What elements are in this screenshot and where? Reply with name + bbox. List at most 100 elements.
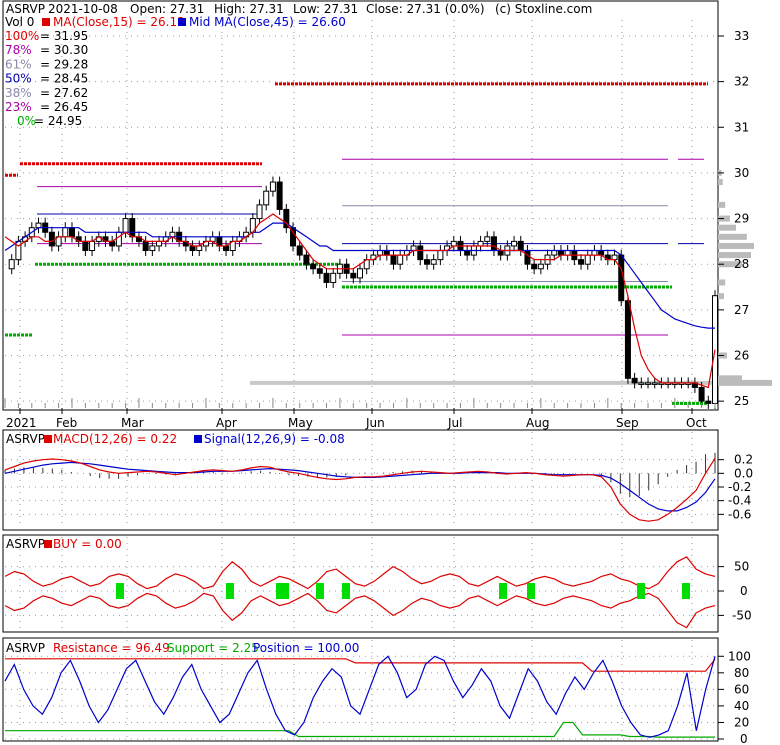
header-ticker: ASRVP [6, 2, 45, 16]
candle-body [417, 245, 424, 261]
candle-body [584, 254, 591, 265]
candle-body [497, 250, 504, 256]
volume-profile-bar [718, 233, 747, 240]
buy-ticker: ASRVP [6, 537, 45, 551]
candle-body [89, 240, 96, 252]
candle-body [651, 382, 658, 385]
candle-body [223, 245, 230, 252]
macd-y-tick-label: -0.4 [728, 494, 751, 508]
candle-body [8, 259, 15, 270]
pos-y-tick-label: 60 [734, 682, 749, 696]
price-y-tick-label: 28 [734, 257, 749, 271]
x-tick-label: Sep [616, 416, 639, 430]
price-y-tick-label: 30 [734, 166, 749, 180]
header-date: 2021-10-08 [48, 2, 118, 16]
buy-signal-marker [637, 583, 645, 599]
header-high: High: 27.31 [214, 2, 284, 16]
buy-y-tick-label: 50 [734, 560, 749, 574]
candle-body [430, 259, 437, 265]
x-tick-label: Mar [121, 416, 144, 430]
candle-body [598, 250, 605, 256]
candle-body [48, 231, 55, 247]
candle-body [209, 236, 216, 242]
pos-y-tick-label: 80 [734, 666, 749, 680]
x-tick-label: May [288, 416, 313, 430]
buy-signal-marker [226, 583, 234, 599]
candle-body [490, 236, 497, 252]
fib-label-value: = 30.30 [40, 43, 88, 57]
candle-body [149, 245, 156, 252]
candle-body [82, 240, 89, 252]
stock-chart: 25 26 27 28 29 30 31 32 33 2021 Feb Mar Apr May Jun Ju… [2, 0, 772, 745]
buy-y-tick-label: 0 [740, 584, 748, 598]
ma45-swatch [178, 18, 186, 26]
candle-body [377, 250, 384, 256]
candle-body [330, 272, 337, 283]
header-close: Close: 27.31 (0.0%) [366, 2, 485, 16]
candle-body [524, 250, 531, 265]
fib-label-pct: 100% [5, 29, 39, 43]
candle-body [511, 240, 518, 247]
ma15-swatch [42, 18, 50, 26]
candle-body [269, 181, 276, 192]
macd-ticker: ASRVP [6, 432, 45, 446]
candle-body [551, 250, 558, 256]
candle-body [122, 218, 129, 233]
fib-label-pct: 50% [5, 72, 32, 86]
header-source: (c) Stoxline.com [495, 2, 592, 16]
candle-body [578, 259, 585, 265]
price-y-tick-label: 33 [734, 29, 749, 43]
candle-body [263, 190, 270, 206]
candle-body [296, 245, 303, 256]
candle-body [196, 245, 203, 252]
macd-y-tick-label: -0.2 [728, 480, 751, 494]
candle-body [477, 240, 484, 247]
ma15-label: MA(Close,15) = 26.13 [53, 15, 185, 29]
signal-swatch [194, 435, 202, 443]
buy-signal-marker [682, 583, 690, 599]
candle-body [35, 222, 42, 229]
candle-body [557, 250, 564, 256]
volume-profile-bar [718, 201, 726, 208]
macd-y-tick-label: 0.0 [734, 466, 753, 480]
support-label: Support = 2.25 [167, 641, 259, 655]
candle-body [357, 268, 363, 279]
candle-body [564, 250, 571, 256]
buy-signal-marker [281, 583, 289, 599]
candle-body [323, 272, 330, 283]
fib-label-pct: 38% [5, 86, 32, 100]
price-y-tick-label: 31 [734, 120, 749, 134]
x-tick-label: 2021 [6, 416, 37, 430]
candle-body [62, 227, 69, 238]
x-tick-label: Apr [216, 416, 237, 430]
candle-body [156, 240, 163, 247]
price-y-tick-label: 27 [734, 303, 749, 317]
fib-label-value: = 27.62 [40, 86, 88, 100]
volume-profile-bar [718, 375, 742, 382]
candle-body [631, 377, 638, 384]
candle-body [383, 250, 390, 256]
fib-label-value: = 24.95 [34, 114, 82, 128]
candle-body [129, 218, 136, 238]
candle-body [109, 240, 116, 247]
macd-y-tick-label: -0.6 [728, 507, 751, 521]
candle-body [115, 231, 122, 247]
fib-label-pct: 23% [5, 100, 32, 114]
candle-body [303, 254, 310, 265]
price-y-tick-label: 25 [734, 394, 749, 408]
fib-label-value: = 28.45 [40, 72, 88, 86]
fib-label-value: = 31.95 [40, 29, 88, 43]
buy-signal-marker [342, 583, 350, 599]
x-tick-label: Jun [365, 416, 385, 430]
candle-body [712, 295, 718, 404]
candle-body [645, 382, 652, 385]
macd-signal-label: Signal(12,26,9) = -0.08 [204, 432, 345, 446]
macd-y-tick-label: 0.2 [734, 453, 753, 467]
candle-body [310, 263, 317, 270]
ma45-label: Mid MA(Close,45) = 26.60 [189, 15, 346, 29]
candle-body [531, 263, 538, 270]
vol-label: Vol 0 [5, 15, 34, 29]
x-tick-label: Jul [447, 416, 462, 430]
buy-signal-marker [499, 583, 507, 599]
candle-body [611, 254, 618, 261]
